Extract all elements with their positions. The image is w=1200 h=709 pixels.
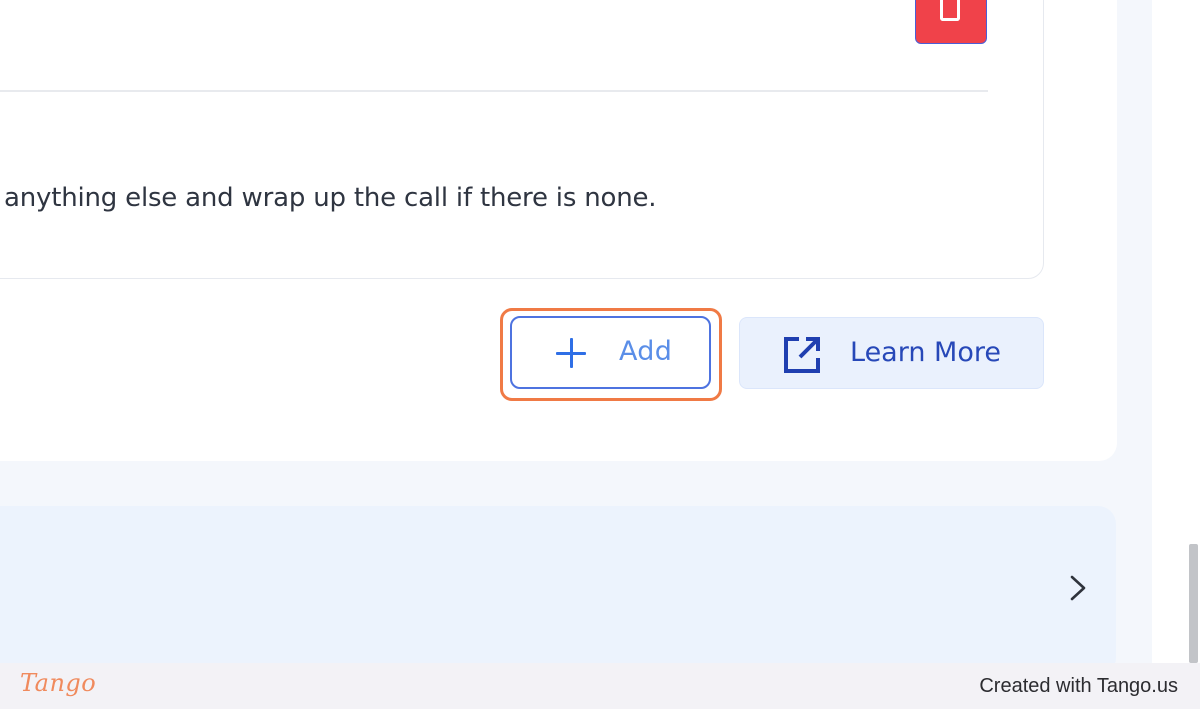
- delete-button[interactable]: [915, 0, 987, 44]
- add-button[interactable]: Add: [510, 316, 711, 389]
- learn-more-button[interactable]: Learn More: [739, 317, 1044, 389]
- card-divider: [0, 90, 988, 92]
- trash-icon: [940, 0, 960, 21]
- rule-text: anything else and wrap up the call if th…: [4, 183, 657, 213]
- add-button-label: Add: [619, 336, 673, 367]
- plus-icon: [556, 338, 586, 368]
- collapsed-section[interactable]: [0, 506, 1116, 676]
- rule-card: [0, 0, 1044, 279]
- tango-logo: Tango: [20, 669, 97, 697]
- external-link-icon: [784, 337, 820, 373]
- learn-more-label: Learn More: [850, 337, 1001, 368]
- scrollbar-thumb[interactable]: [1189, 544, 1198, 663]
- page-content: anything else and wrap up the call if th…: [0, 0, 1152, 676]
- footer-credit: Created with Tango.us: [979, 675, 1178, 697]
- chevron-right-icon[interactable]: [1064, 574, 1092, 602]
